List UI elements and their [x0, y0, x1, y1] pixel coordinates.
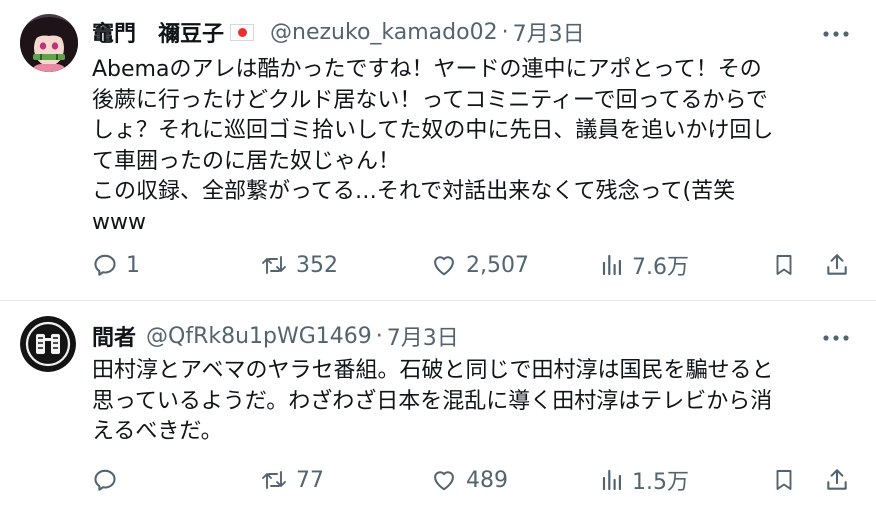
bookmark-button[interactable] — [772, 465, 796, 495]
reply-button[interactable] — [92, 465, 126, 495]
retweet-count: 77 — [296, 467, 324, 493]
tweet-text: Abemaのアレは酷かったですね！ヤードの連中にアポとって！その 後蕨に行ったけ… — [92, 55, 862, 238]
reply-count: 1 — [126, 252, 140, 278]
more-icon[interactable] — [820, 326, 852, 350]
reply-button[interactable]: 1 — [92, 250, 140, 280]
tweet[interactable]: 間者 @QfRk8u1pWG1469 · 7月3日 田村淳とアベマのヤラセ番組。… — [0, 300, 876, 510]
reply-icon — [94, 254, 116, 276]
retweet-count: 352 — [296, 252, 338, 278]
separator-dot: · — [375, 323, 383, 349]
like-count: 2,507 — [466, 252, 529, 278]
retweet-button[interactable]: 352 — [260, 250, 338, 280]
separator-dot: · — [501, 19, 509, 45]
views-icon — [602, 469, 621, 491]
bookmark-icon — [776, 255, 792, 275]
bookmark-button[interactable] — [772, 250, 796, 280]
bookmark-icon — [776, 470, 792, 490]
action-bar: 77 489 1.5万 — [92, 465, 852, 495]
share-icon — [827, 469, 847, 490]
like-icon — [434, 471, 454, 491]
tweet-text-line: しょ？それに巡回ゴミ拾いしてた奴の中に先日、議員を追いかけ回し — [92, 118, 774, 143]
reply-icon — [94, 469, 116, 491]
like-count: 489 — [466, 467, 508, 493]
views-icon — [602, 254, 621, 276]
username[interactable]: @QfRk8u1pWG1469 — [146, 324, 372, 349]
action-bar: 1 352 2,507 7.6万 — [92, 250, 852, 280]
views-count: 7.6万 — [632, 255, 689, 280]
share-icon — [827, 254, 847, 275]
like-button[interactable]: 2,507 — [430, 250, 529, 280]
tweet-text-line: www — [92, 209, 146, 235]
like-button[interactable]: 489 — [430, 465, 508, 495]
views-button[interactable]: 1.5万 — [600, 465, 689, 495]
username[interactable]: @nezuko_kamado02 — [270, 20, 498, 45]
more-icon[interactable] — [820, 22, 852, 46]
tweet-header: 間者 @QfRk8u1pWG1469 · 7月3日 — [92, 320, 459, 352]
views-count: 1.5万 — [632, 470, 689, 495]
views-button[interactable]: 7.6万 — [600, 250, 689, 280]
like-icon — [434, 256, 454, 276]
tweet-text-line: えるべきだ。 — [92, 419, 223, 444]
display-name[interactable]: 間者 — [92, 320, 136, 352]
retweet-icon — [262, 256, 286, 274]
timestamp[interactable]: 7月3日 — [387, 320, 459, 352]
tweet-text-line: この収録、全部繋がってる…それで対話出来なくて残念って(苦笑 — [92, 179, 736, 204]
tweet-header: 竈門 禰豆子 @nezuko_kamado02 · 7月3日 — [92, 16, 585, 48]
tweet[interactable]: 竈門 禰豆子 @nezuko_kamado02 · 7月3日 Abemaのアレは… — [0, 0, 876, 300]
avatar[interactable] — [20, 14, 78, 72]
tweet-text-line: 田村淳とアベマのヤラセ番組。石破と同じで田村淳は国民を騙せると — [92, 358, 774, 383]
tweet-text: 田村淳とアベマのヤラセ番組。石破と同じで田村淳は国民を騙せると 思っているようだ… — [92, 356, 862, 448]
tweet-text-line: 後蕨に行ったけどクルド居ない！ってコミニティーで回ってるからで — [92, 87, 768, 113]
avatar[interactable] — [20, 316, 76, 372]
retweet-icon — [262, 471, 286, 489]
share-button[interactable] — [824, 465, 850, 495]
display-name[interactable]: 竈門 禰豆子 — [92, 16, 224, 48]
tweet-text-line: 思っているようだ。わざわざ日本を混乱に導く田村淳はテレビから消 — [92, 388, 773, 414]
tweet-text-line: て車囲ったのに居た奴じゃん！ — [92, 148, 401, 174]
share-button[interactable] — [824, 250, 850, 280]
japan-flag-icon — [230, 23, 255, 41]
tweet-text-line: Abemaのアレは酷かったですね！ヤードの連中にアポとって！その — [92, 57, 762, 82]
timestamp[interactable]: 7月3日 — [513, 16, 585, 48]
retweet-button[interactable]: 77 — [260, 465, 324, 495]
